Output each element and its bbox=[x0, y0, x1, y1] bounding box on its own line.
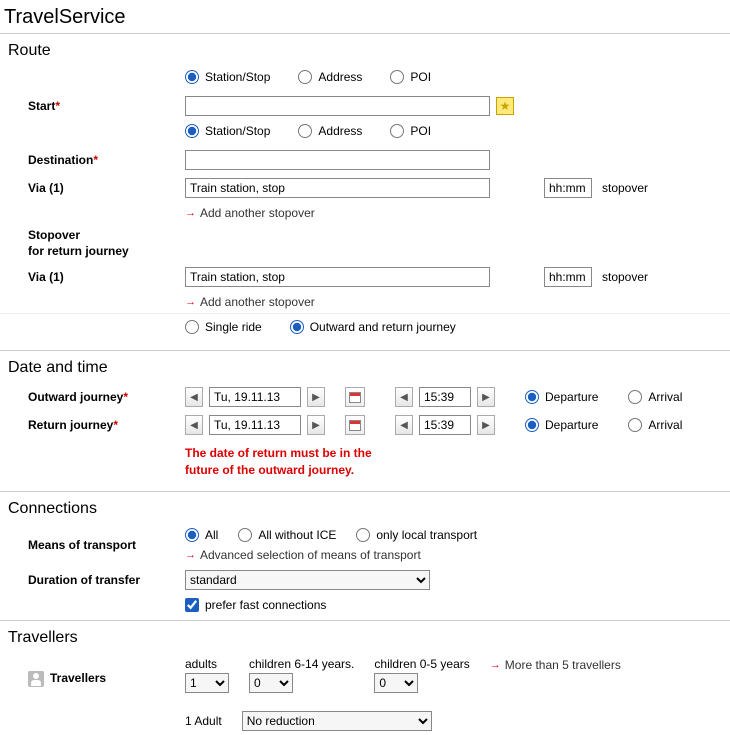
dest-type-address[interactable]: Address bbox=[298, 124, 362, 138]
add-stopover-link[interactable]: Add another stopover bbox=[185, 206, 315, 220]
traveller-summary: 1 Adult bbox=[185, 714, 222, 728]
return-date-next-icon[interactable]: ▶ bbox=[307, 415, 325, 435]
return-time-input[interactable] bbox=[419, 415, 471, 435]
start-type-station[interactable]: Station/Stop bbox=[185, 70, 270, 84]
children614-label: children 6-14 years. bbox=[249, 657, 354, 671]
datetime-heading: Date and time bbox=[8, 359, 730, 377]
children614-select[interactable]: 0 bbox=[249, 673, 293, 693]
start-type-address[interactable]: Address bbox=[298, 70, 362, 84]
prefer-fast-checkbox[interactable]: prefer fast connections bbox=[185, 598, 326, 612]
mot-label: Means of transport bbox=[28, 538, 136, 552]
duration-label: Duration of transfer bbox=[28, 573, 140, 587]
favorite-icon[interactable]: ★ bbox=[496, 97, 514, 115]
stopover-return-label-1: Stopover bbox=[28, 228, 80, 242]
destination-input[interactable] bbox=[185, 150, 490, 170]
person-icon bbox=[28, 671, 44, 687]
return-time-next-icon[interactable]: ▶ bbox=[477, 415, 495, 435]
ride-single[interactable]: Single ride bbox=[185, 320, 262, 334]
dest-type-station[interactable]: Station/Stop bbox=[185, 124, 270, 138]
return-time-prev-icon[interactable]: ◀ bbox=[395, 415, 413, 435]
outward-time-input[interactable] bbox=[419, 387, 471, 407]
return-calendar-icon[interactable] bbox=[345, 415, 365, 435]
dest-type-poi[interactable]: POI bbox=[390, 124, 431, 138]
outward-date-input[interactable] bbox=[209, 387, 301, 407]
outward-arrival[interactable]: Arrival bbox=[628, 390, 682, 404]
destination-label: Destination bbox=[28, 153, 93, 167]
children05-label: children 0-5 years bbox=[374, 657, 469, 671]
page-title: TravelService bbox=[4, 6, 730, 29]
outward-time-next-icon[interactable]: ▶ bbox=[477, 387, 495, 407]
return-label: Return journey bbox=[28, 418, 113, 432]
travellers-heading: Travellers bbox=[8, 629, 730, 647]
outward-calendar-icon[interactable] bbox=[345, 387, 365, 407]
children05-select[interactable]: 0 bbox=[374, 673, 418, 693]
via-time-input[interactable] bbox=[544, 178, 592, 198]
via-return-input[interactable] bbox=[185, 267, 490, 287]
via-label: Via (1) bbox=[28, 181, 64, 195]
more-travellers-link[interactable]: More than 5 travellers bbox=[490, 658, 621, 672]
start-input[interactable] bbox=[185, 96, 490, 116]
mot-all[interactable]: All bbox=[185, 528, 218, 542]
stopover-return-label-2: for return journey bbox=[28, 244, 129, 258]
return-arrival[interactable]: Arrival bbox=[628, 418, 682, 432]
stopover-return-text: stopover bbox=[602, 270, 648, 284]
ride-return[interactable]: Outward and return journey bbox=[290, 320, 456, 334]
add-stopover-return-link[interactable]: Add another stopover bbox=[185, 295, 315, 309]
outward-label: Outward journey bbox=[28, 390, 123, 404]
outward-departure[interactable]: Departure bbox=[525, 390, 598, 404]
outward-date-prev-icon[interactable]: ◀ bbox=[185, 387, 203, 407]
connections-heading: Connections bbox=[8, 500, 730, 518]
return-date-input[interactable] bbox=[209, 415, 301, 435]
mot-advanced-link[interactable]: Advanced selection of means of transport bbox=[185, 548, 421, 562]
mot-noice[interactable]: All without ICE bbox=[238, 528, 336, 542]
start-type-poi[interactable]: POI bbox=[390, 70, 431, 84]
duration-select[interactable]: standard bbox=[185, 570, 430, 590]
stopover-text: stopover bbox=[602, 181, 648, 195]
adults-label: adults bbox=[185, 657, 229, 671]
return-date-error: The date of return must be in the future… bbox=[185, 445, 730, 479]
return-date-prev-icon[interactable]: ◀ bbox=[185, 415, 203, 435]
start-label: Start bbox=[28, 99, 55, 113]
travellers-label: Travellers bbox=[50, 671, 106, 685]
route-heading: Route bbox=[8, 42, 730, 60]
reduction-select[interactable]: No reduction bbox=[242, 711, 432, 731]
outward-date-next-icon[interactable]: ▶ bbox=[307, 387, 325, 407]
adults-select[interactable]: 1 bbox=[185, 673, 229, 693]
via-return-label: Via (1) bbox=[28, 270, 64, 284]
via-return-time-input[interactable] bbox=[544, 267, 592, 287]
outward-time-prev-icon[interactable]: ◀ bbox=[395, 387, 413, 407]
via-input[interactable] bbox=[185, 178, 490, 198]
return-departure[interactable]: Departure bbox=[525, 418, 598, 432]
mot-local[interactable]: only local transport bbox=[356, 528, 477, 542]
